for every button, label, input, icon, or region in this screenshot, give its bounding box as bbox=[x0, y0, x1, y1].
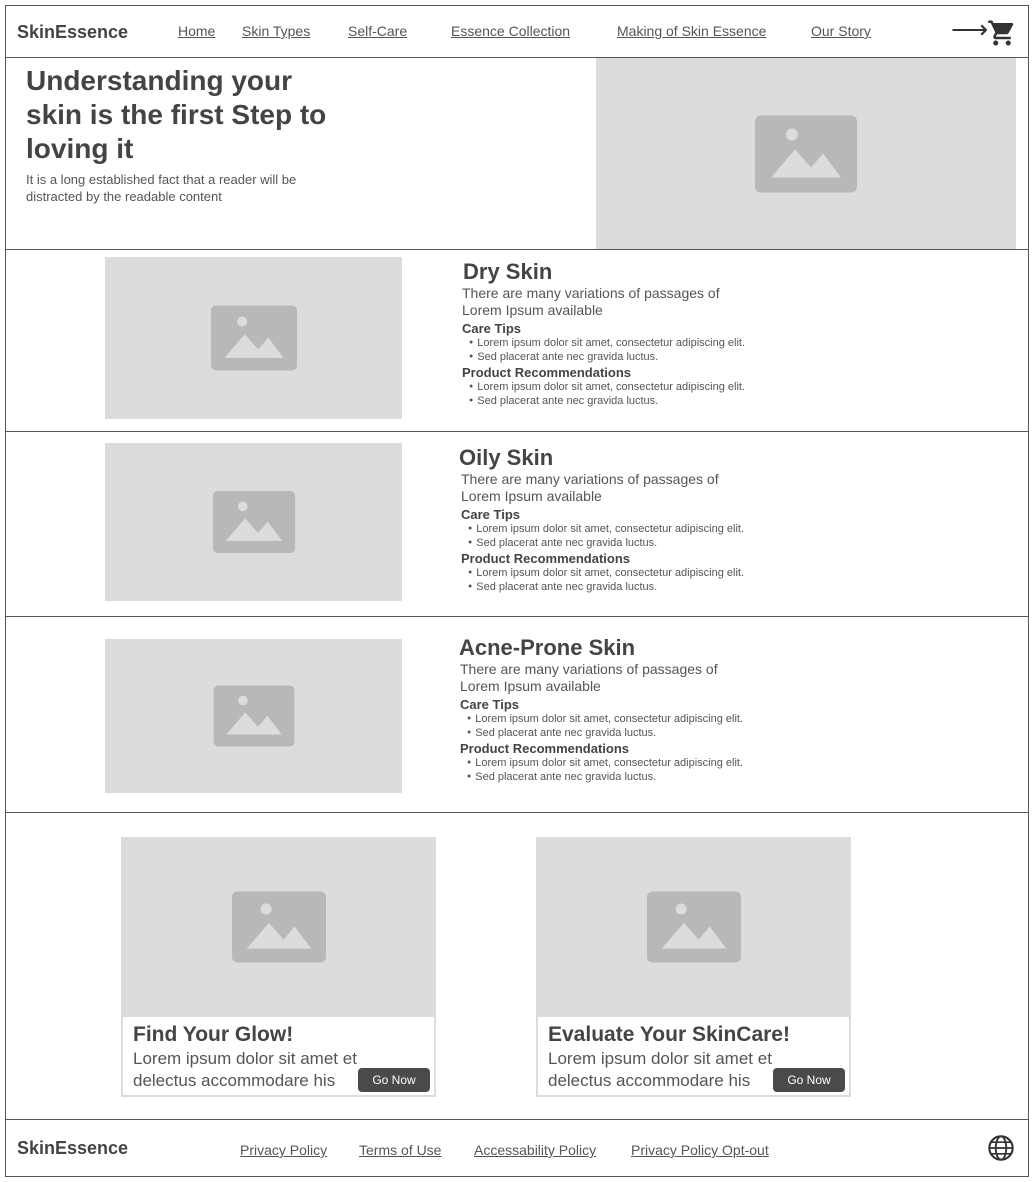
acne-skin-image bbox=[105, 639, 402, 793]
hero-description: It is a long established fact that a rea… bbox=[26, 172, 297, 204]
frame-left-border bbox=[5, 58, 6, 1119]
nav-home[interactable]: Home bbox=[178, 23, 215, 39]
oily-skin-description: There are many variations of passages of… bbox=[461, 471, 719, 504]
frame-right-border bbox=[1028, 58, 1029, 1119]
oily-products-heading: Product Recommendations bbox=[461, 551, 631, 566]
list-item: Lorem ipsum dolor sit amet, consectetur … bbox=[469, 336, 745, 350]
image-placeholder-icon bbox=[755, 115, 857, 192]
card-image bbox=[121, 837, 436, 1017]
list-item: Lorem ipsum dolor sit amet, consectetur … bbox=[467, 756, 743, 770]
list-item: Lorem ipsum dolor sit amet, consectetur … bbox=[468, 566, 744, 580]
acne-products-heading: Product Recommendations bbox=[460, 741, 630, 756]
accessibility-policy-link[interactable]: Accessability Policy bbox=[474, 1142, 596, 1158]
list-item: Sed placerat ante nec gravida luctus. bbox=[468, 536, 657, 550]
list-item: Lorem ipsum dolor sit amet, consectetur … bbox=[469, 380, 745, 394]
section-divider bbox=[5, 812, 1029, 813]
list-item: Sed placerat ante nec gravida luctus. bbox=[467, 770, 656, 784]
list-item: Sed placerat ante nec gravida luctus. bbox=[468, 580, 657, 594]
section-divider bbox=[5, 616, 1029, 617]
arrow-right-icon[interactable]: ⟶ bbox=[951, 16, 988, 42]
nav-our-story[interactable]: Our Story bbox=[811, 23, 871, 39]
acne-skin-title: Acne-Prone Skin bbox=[459, 635, 636, 660]
acne-care-tips-heading: Care Tips bbox=[460, 697, 520, 712]
dry-products-heading: Product Recommendations bbox=[462, 365, 632, 380]
oily-care-tips-heading: Care Tips bbox=[461, 507, 521, 522]
dry-skin-image bbox=[105, 257, 402, 419]
section-divider bbox=[5, 249, 1029, 250]
globe-icon[interactable] bbox=[987, 1134, 1015, 1162]
go-now-button[interactable]: Go Now bbox=[358, 1068, 430, 1092]
card-title: Find Your Glow! bbox=[133, 1023, 294, 1046]
list-item: Lorem ipsum dolor sit amet, consectetur … bbox=[468, 522, 744, 536]
acne-skin-description: There are many variations of passages of… bbox=[460, 661, 718, 694]
card-text: Lorem ipsum dolor sit amet et delectus a… bbox=[133, 1049, 357, 1090]
hero-image bbox=[596, 58, 1016, 249]
list-item: Lorem ipsum dolor sit amet, consectetur … bbox=[467, 712, 743, 726]
nav-skin-types[interactable]: Skin Types bbox=[242, 23, 310, 39]
hero-title: Understanding your skin is the first Ste… bbox=[26, 65, 327, 164]
image-placeholder-icon bbox=[210, 305, 297, 371]
site-footer: SkinEssence Privacy Policy Terms of Use … bbox=[5, 1119, 1029, 1177]
nav-self-care[interactable]: Self-Care bbox=[348, 23, 407, 39]
image-placeholder-icon bbox=[646, 891, 741, 963]
dry-care-tips-heading: Care Tips bbox=[462, 321, 522, 336]
card-text: Lorem ipsum dolor sit amet et delectus a… bbox=[548, 1049, 772, 1090]
site-header: SkinEssence Home Skin Types Self-Care Es… bbox=[5, 5, 1029, 58]
list-item: Sed placerat ante nec gravida luctus. bbox=[469, 350, 658, 364]
nav-making-of[interactable]: Making of Skin Essence bbox=[617, 23, 766, 39]
image-placeholder-icon bbox=[212, 491, 295, 553]
nav-essence-collection[interactable]: Essence Collection bbox=[451, 23, 570, 39]
oily-skin-title: Oily Skin bbox=[459, 445, 554, 470]
list-item: Sed placerat ante nec gravida luctus. bbox=[469, 394, 658, 408]
dry-skin-description: There are many variations of passages of… bbox=[462, 285, 720, 318]
footer-brand[interactable]: SkinEssence bbox=[17, 1138, 128, 1159]
find-glow-card: Find Your Glow! Lorem ipsum dolor sit am… bbox=[121, 837, 436, 1097]
card-title: Evaluate Your SkinCare! bbox=[548, 1023, 790, 1046]
evaluate-skincare-card: Evaluate Your SkinCare! Lorem ipsum dolo… bbox=[536, 837, 851, 1097]
image-placeholder-icon bbox=[213, 685, 294, 747]
image-placeholder-icon bbox=[231, 891, 326, 963]
card-image bbox=[536, 837, 851, 1017]
go-now-button[interactable]: Go Now bbox=[773, 1068, 845, 1092]
privacy-opt-out-link[interactable]: Privacy Policy Opt-out bbox=[631, 1142, 769, 1158]
list-item: Sed placerat ante nec gravida luctus. bbox=[467, 726, 656, 740]
section-divider bbox=[5, 431, 1029, 432]
brand-logo[interactable]: SkinEssence bbox=[17, 22, 128, 43]
cart-icon[interactable] bbox=[987, 18, 1017, 48]
terms-of-use-link[interactable]: Terms of Use bbox=[359, 1142, 441, 1158]
dry-skin-title: Dry Skin bbox=[463, 259, 553, 284]
oily-skin-image bbox=[105, 443, 402, 601]
privacy-policy-link[interactable]: Privacy Policy bbox=[240, 1142, 327, 1158]
